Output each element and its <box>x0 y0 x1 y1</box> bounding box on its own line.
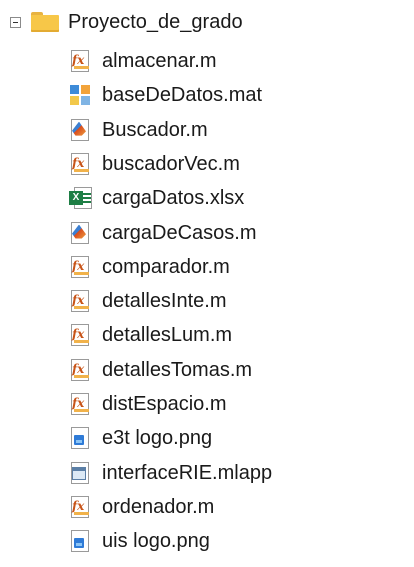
matlab-function-icon: fx <box>68 152 92 176</box>
file-label: uis logo.png <box>102 530 210 553</box>
file-item[interactable]: baseDeDatos.mat <box>0 77 414 113</box>
mat-data-icon <box>68 83 92 107</box>
matlab-function-icon: fx <box>68 495 92 519</box>
file-label: detallesLum.m <box>102 324 233 347</box>
file-item[interactable]: fx detallesLum.m <box>0 317 414 353</box>
file-item[interactable]: fx ordenador.m <box>0 489 414 525</box>
file-label: distEspacio.m <box>102 393 227 415</box>
image-file-icon <box>68 426 92 450</box>
folder-row[interactable]: Proyecto_de_grado <box>0 4 414 40</box>
file-item[interactable]: uis logo.png <box>0 523 414 559</box>
file-item[interactable]: fx distEspacio.m <box>0 386 414 422</box>
matlab-function-icon: fx <box>68 49 92 73</box>
file-item[interactable]: fx detallesTomas.m <box>0 352 414 388</box>
collapse-minus-icon[interactable] <box>10 16 21 28</box>
matlab-function-icon: fx <box>68 392 92 416</box>
file-item[interactable]: fx comparador.m <box>0 249 414 285</box>
file-label: buscadorVec.m <box>102 152 240 175</box>
file-item[interactable]: fx detallesInte.m <box>0 283 414 319</box>
matlab-app-icon <box>68 461 92 485</box>
file-item[interactable]: fx almacenar.m <box>0 43 414 79</box>
file-item[interactable]: fx buscadorVec.m <box>0 146 414 182</box>
file-label: detallesInte.m <box>102 290 227 313</box>
file-item[interactable]: XcargaDatos.xlsx <box>0 180 414 216</box>
file-label: baseDeDatos.mat <box>102 84 263 107</box>
file-label: cargaDeCasos.m <box>102 221 257 244</box>
folder-label: Proyecto_de_grado <box>68 11 243 33</box>
folder-icon <box>30 11 60 33</box>
matlab-function-icon: fx <box>68 358 92 382</box>
file-label: detallesTomas.m <box>102 358 253 381</box>
image-file-icon <box>68 529 92 553</box>
file-item[interactable]: cargaDeCasos.m <box>0 215 414 251</box>
file-item[interactable]: interfaceRIE.mlapp <box>0 455 414 491</box>
matlab-function-icon: fx <box>68 323 92 347</box>
matlab-function-icon: fx <box>68 289 92 313</box>
matlab-function-icon: fx <box>68 255 92 279</box>
excel-icon: X <box>68 186 92 210</box>
file-label: ordenador.m <box>102 495 215 518</box>
file-label: e3t logo.png <box>102 427 213 450</box>
file-item[interactable]: e3t logo.png <box>0 420 414 456</box>
file-label: Buscador.m <box>102 118 208 141</box>
file-item[interactable]: Buscador.m <box>0 112 414 148</box>
file-label: almacenar.m <box>102 50 217 72</box>
matlab-script-icon <box>68 118 92 142</box>
matlab-script-icon <box>68 221 92 245</box>
file-label: cargaDatos.xlsx <box>102 187 245 210</box>
file-label: interfaceRIE.mlapp <box>102 461 273 484</box>
file-label: comparador.m <box>102 255 230 278</box>
file-tree: Proyecto_de_grado fx almacenar.m baseDeDat… <box>0 0 414 567</box>
